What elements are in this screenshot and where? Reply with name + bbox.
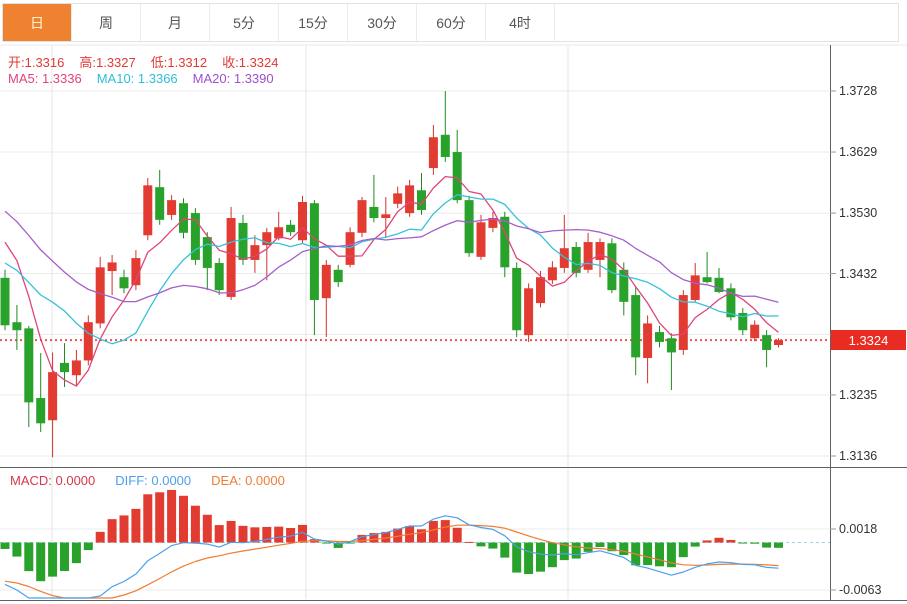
close-value: 收:1.3324 bbox=[222, 52, 278, 71]
ma5-value: MA5: 1.3336 bbox=[8, 71, 82, 86]
macd-header: MACD: 0.0000 DIFF: 0.0000 DEA: 0.0000 bbox=[10, 473, 285, 488]
ohlc-header: 开:1.3316 高:1.3327 低:1.3312 收:1.3324 bbox=[8, 52, 279, 71]
diff-value: DIFF: 0.0000 bbox=[115, 473, 191, 488]
dea-value: DEA: 0.0000 bbox=[211, 473, 285, 488]
ma10-value: MA10: 1.3366 bbox=[97, 71, 178, 86]
open-value: 开:1.3316 bbox=[8, 52, 64, 71]
ma-header: MA5: 1.3336 MA10: 1.3366 MA20: 1.3390 bbox=[8, 71, 274, 86]
candlestick-chart[interactable] bbox=[0, 0, 907, 604]
high-value: 高:1.3327 bbox=[79, 52, 135, 71]
ma20-value: MA20: 1.3390 bbox=[193, 71, 274, 86]
low-value: 低:1.3312 bbox=[151, 52, 207, 71]
macd-value: MACD: 0.0000 bbox=[10, 473, 95, 488]
last-price-tag: 1.3324 bbox=[831, 330, 906, 350]
